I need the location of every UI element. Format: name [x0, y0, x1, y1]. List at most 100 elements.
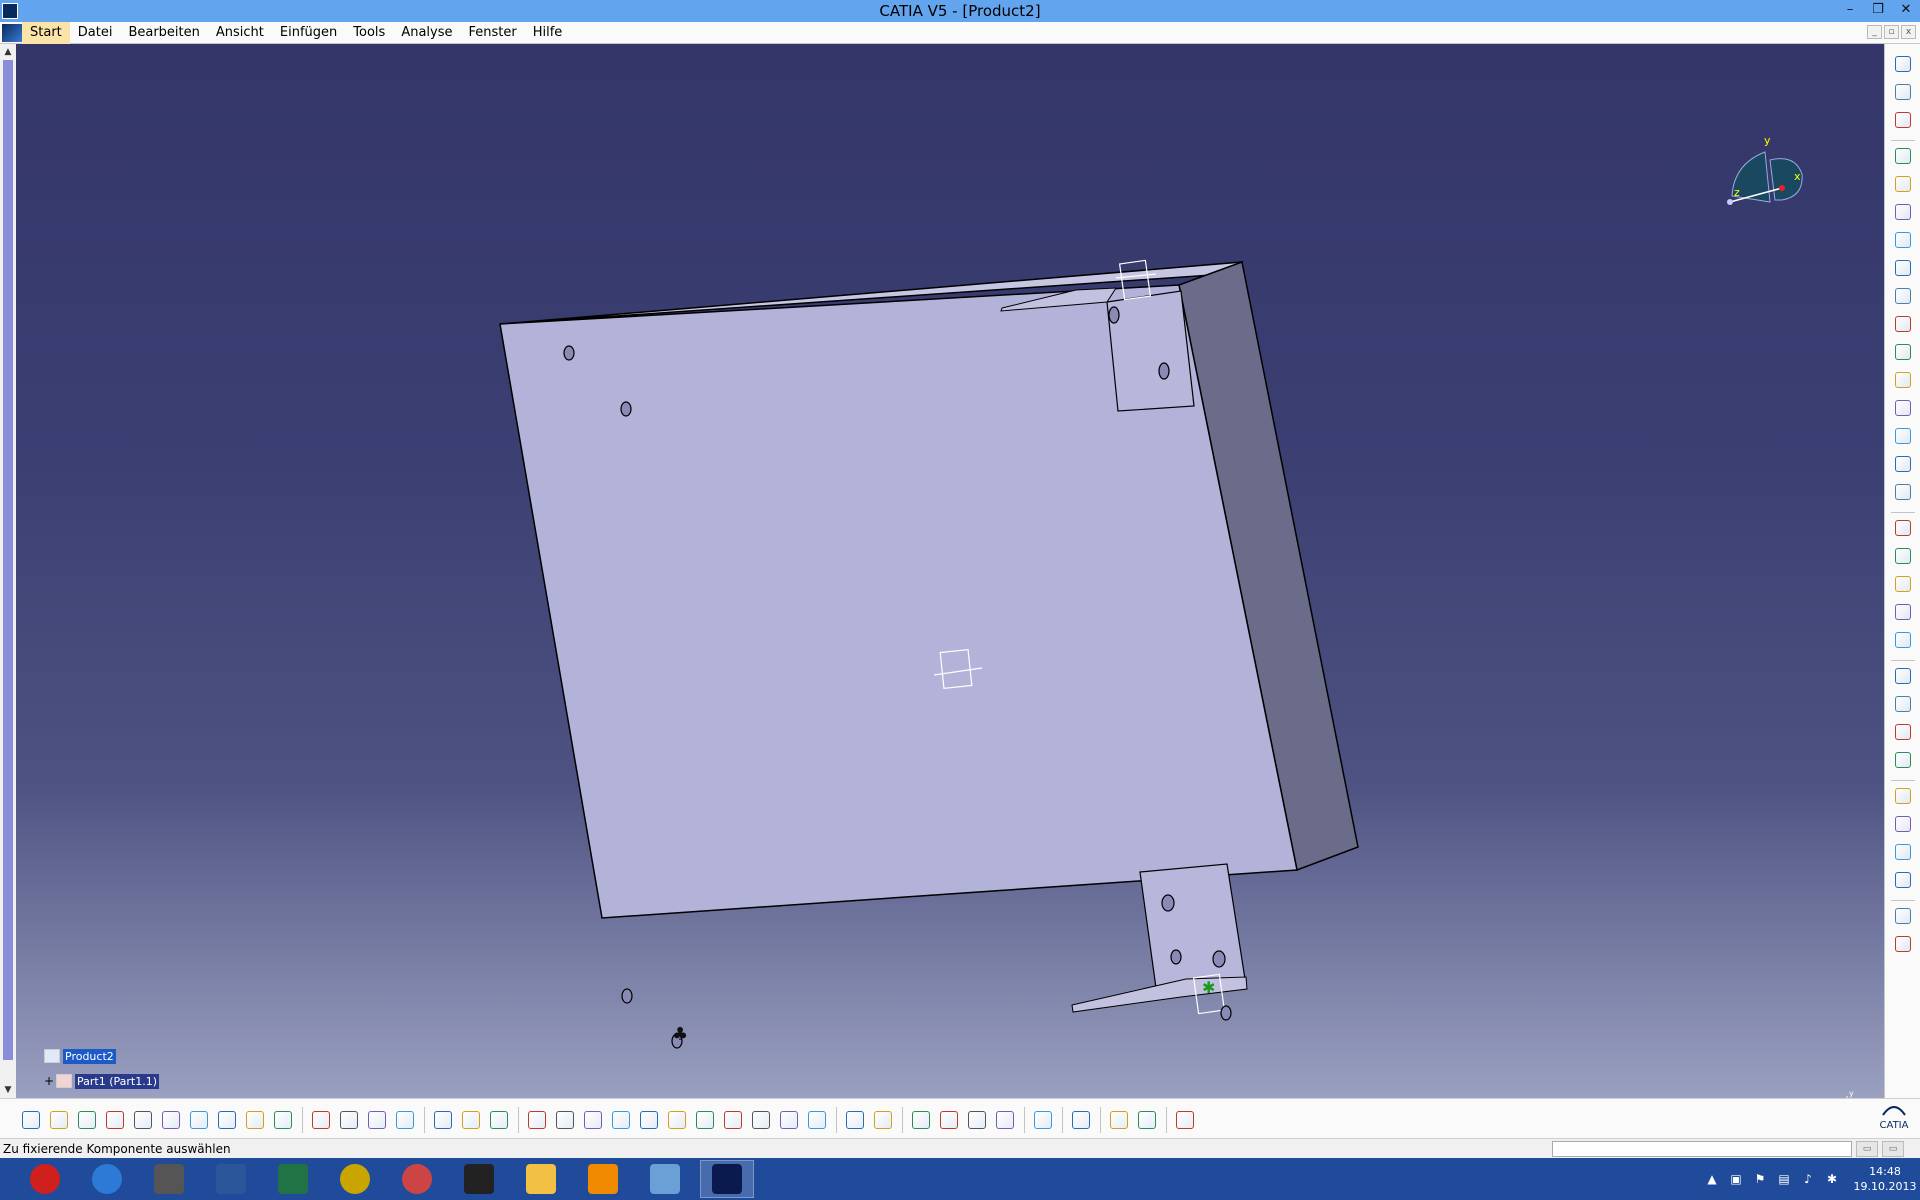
menu-ansicht[interactable]: Ansicht	[208, 22, 272, 44]
formula-icon[interactable]	[310, 1109, 332, 1131]
zoom-in-icon[interactable]	[610, 1109, 632, 1131]
menu-analyse[interactable]: Analyse	[393, 22, 460, 44]
undo-icon[interactable]	[216, 1109, 238, 1131]
contact-constraint-icon[interactable]	[1893, 602, 1913, 622]
measure-between-icon[interactable]	[910, 1109, 932, 1131]
explode-icon[interactable]	[1893, 426, 1913, 446]
command-input[interactable]	[1552, 1141, 1852, 1157]
tray-app-icon[interactable]: ▣	[1728, 1171, 1744, 1187]
word-taskbar-icon[interactable]	[204, 1160, 258, 1198]
multi-instantiation-icon[interactable]	[1893, 342, 1913, 362]
orientation-compass[interactable]: y x z	[1720, 134, 1810, 214]
compass-manipulate-icon[interactable]	[1893, 546, 1913, 566]
video-editor-taskbar-icon[interactable]	[142, 1160, 196, 1198]
new-component-icon[interactable]	[1893, 146, 1913, 166]
fix-component-icon[interactable]	[1893, 694, 1913, 714]
whats-this-icon[interactable]	[272, 1109, 294, 1131]
tree-expand-icon[interactable]: +	[44, 1074, 56, 1088]
menu-einfuegen[interactable]: Einfügen	[272, 22, 345, 44]
flag-icon[interactable]: ⚑	[1752, 1171, 1768, 1187]
shading-icon[interactable]	[750, 1109, 772, 1131]
select-arrow-icon[interactable]	[1893, 82, 1913, 102]
quick-constraint-icon[interactable]	[1893, 750, 1913, 770]
lightning-app-taskbar-icon[interactable]	[80, 1160, 134, 1198]
tree-label-product2[interactable]: Product2	[63, 1048, 116, 1064]
status-button-2[interactable]: ▭	[1882, 1141, 1904, 1157]
change-constraint-icon[interactable]	[1893, 814, 1913, 834]
doc-minimize-button[interactable]: _	[1867, 25, 1882, 39]
reuse-pattern-icon[interactable]	[1893, 398, 1913, 418]
restore-button[interactable]: ❐	[1870, 0, 1886, 20]
menu-bearbeiten[interactable]: Bearbeiten	[120, 22, 207, 44]
menu-start[interactable]: Start	[22, 21, 70, 44]
scroll-up-arrow-icon[interactable]: ▲	[2, 46, 14, 58]
snap-icon[interactable]	[1893, 482, 1913, 502]
close-button[interactable]: ✕	[1898, 0, 1914, 20]
replace-component-icon[interactable]	[1893, 258, 1913, 278]
globe-app-taskbar-icon[interactable]	[328, 1160, 382, 1198]
explode-icon[interactable]	[872, 1109, 894, 1131]
update-all-icon[interactable]	[994, 1109, 1016, 1131]
manipulate-icon[interactable]	[1893, 110, 1913, 130]
tree-node-part1[interactable]: + Part1 (Part1.1)	[44, 1071, 160, 1091]
menu-hilfe[interactable]: Hilfe	[525, 22, 571, 44]
save-icon[interactable]	[76, 1109, 98, 1131]
opera-taskbar-icon[interactable]	[18, 1160, 72, 1198]
existing-component-icon[interactable]	[1893, 230, 1913, 250]
file-explorer-taskbar-icon[interactable]	[514, 1160, 568, 1198]
angle-constraint-icon[interactable]	[1893, 666, 1913, 686]
fit-all-icon[interactable]	[526, 1109, 548, 1131]
scroll-down-arrow-icon[interactable]: ▼	[2, 1084, 14, 1096]
sketch-icon[interactable]	[1032, 1109, 1054, 1131]
multi-view-icon[interactable]	[694, 1109, 716, 1131]
normal-view-icon[interactable]	[666, 1109, 688, 1131]
gears-icon[interactable]	[1893, 54, 1913, 74]
menu-fenster[interactable]: Fenster	[461, 22, 525, 44]
clash-icon[interactable]	[1070, 1109, 1092, 1131]
distance-icon[interactable]	[1136, 1109, 1158, 1131]
new-product-icon[interactable]	[1893, 174, 1913, 194]
update-icon[interactable]	[1893, 934, 1913, 954]
coincidence-constraint-icon[interactable]	[1893, 574, 1913, 594]
solidworks-taskbar-icon[interactable]	[452, 1160, 506, 1198]
bill-of-material-icon[interactable]	[1893, 906, 1913, 926]
pan-icon[interactable]	[554, 1109, 576, 1131]
vlc-taskbar-icon[interactable]	[576, 1160, 630, 1198]
hide-show-icon[interactable]	[778, 1109, 800, 1131]
part-model[interactable]: ✱ ♣	[16, 44, 1884, 1098]
tree-label-part1[interactable]: Part1 (Part1.1)	[75, 1073, 160, 1089]
fly-mode-icon[interactable]	[488, 1109, 510, 1131]
comment-icon[interactable]	[338, 1109, 360, 1131]
iso-view-icon[interactable]	[722, 1109, 744, 1131]
3d-viewport[interactable]: ▲ ▼ ✱ ♣ y x z y Product2 + Part1 (Part1.…	[0, 44, 1884, 1098]
copy-icon[interactable]	[160, 1109, 182, 1131]
volume-icon[interactable]: ♪	[1800, 1171, 1816, 1187]
open-icon[interactable]	[48, 1109, 70, 1131]
media-app-taskbar-icon[interactable]	[390, 1160, 444, 1198]
fast-multi-instantiation-icon[interactable]	[1893, 370, 1913, 390]
redo-icon[interactable]	[244, 1109, 266, 1131]
excel-taskbar-icon[interactable]	[266, 1160, 320, 1198]
catia-taskbar-icon[interactable]	[700, 1160, 754, 1198]
doc-close-button[interactable]: x	[1901, 25, 1916, 39]
tray-expand-icon[interactable]: ▲	[1704, 1171, 1720, 1187]
stop-manipulate-icon[interactable]	[1893, 454, 1913, 474]
rotate-icon[interactable]	[582, 1109, 604, 1131]
grid-icon[interactable]	[1174, 1109, 1196, 1131]
graph-tree-icon[interactable]	[1893, 286, 1913, 306]
minimize-button[interactable]: –	[1842, 0, 1858, 20]
flexible-rigid-icon[interactable]	[1893, 786, 1913, 806]
measure-icon[interactable]	[460, 1109, 482, 1131]
network-icon[interactable]: ▤	[1776, 1171, 1792, 1187]
menu-datei[interactable]: Datei	[70, 22, 121, 44]
scrollbar-thumb[interactable]	[3, 60, 13, 1060]
analysis-icon[interactable]	[432, 1109, 454, 1131]
tree-node-product2[interactable]: Product2	[44, 1046, 116, 1066]
measure-inertia-icon[interactable]	[966, 1109, 988, 1131]
cut-icon[interactable]	[132, 1109, 154, 1131]
new-icon[interactable]	[20, 1109, 42, 1131]
print-icon[interactable]	[104, 1109, 126, 1131]
fix-together-icon[interactable]	[1893, 722, 1913, 742]
status-button-1[interactable]: ▭	[1856, 1141, 1878, 1157]
bluetooth-icon[interactable]: ✱	[1824, 1171, 1840, 1187]
